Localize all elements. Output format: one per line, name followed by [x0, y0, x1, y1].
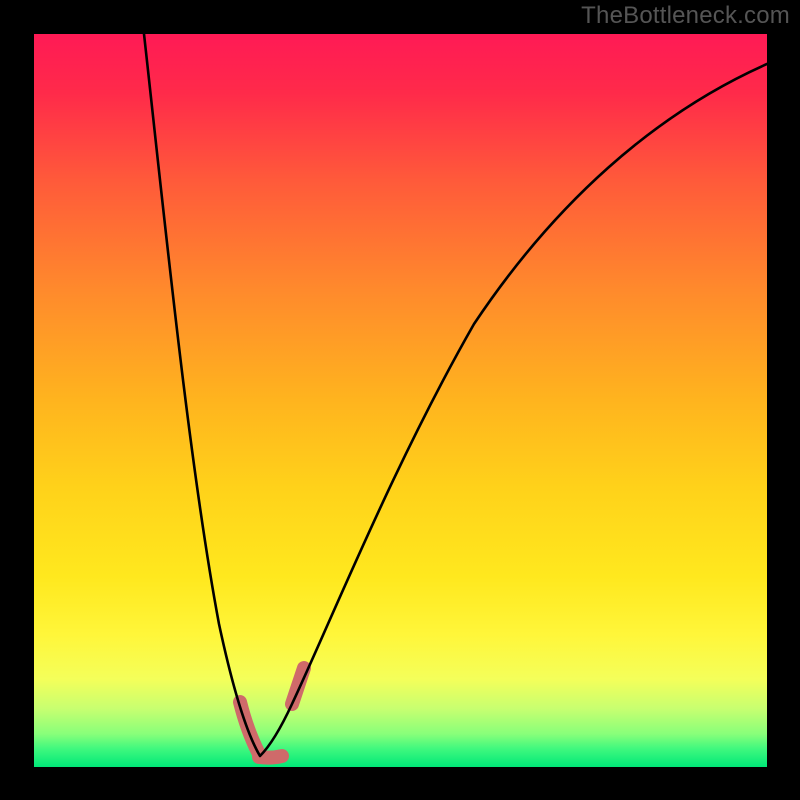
chart-frame: TheBottleneck.com	[0, 0, 800, 800]
curve-highlight	[259, 756, 282, 758]
plot-area	[34, 34, 767, 767]
bottleneck-curve	[34, 34, 767, 767]
watermark-text: TheBottleneck.com	[581, 2, 790, 30]
curve-main	[144, 34, 767, 756]
curve-highlight-segments	[240, 668, 304, 758]
